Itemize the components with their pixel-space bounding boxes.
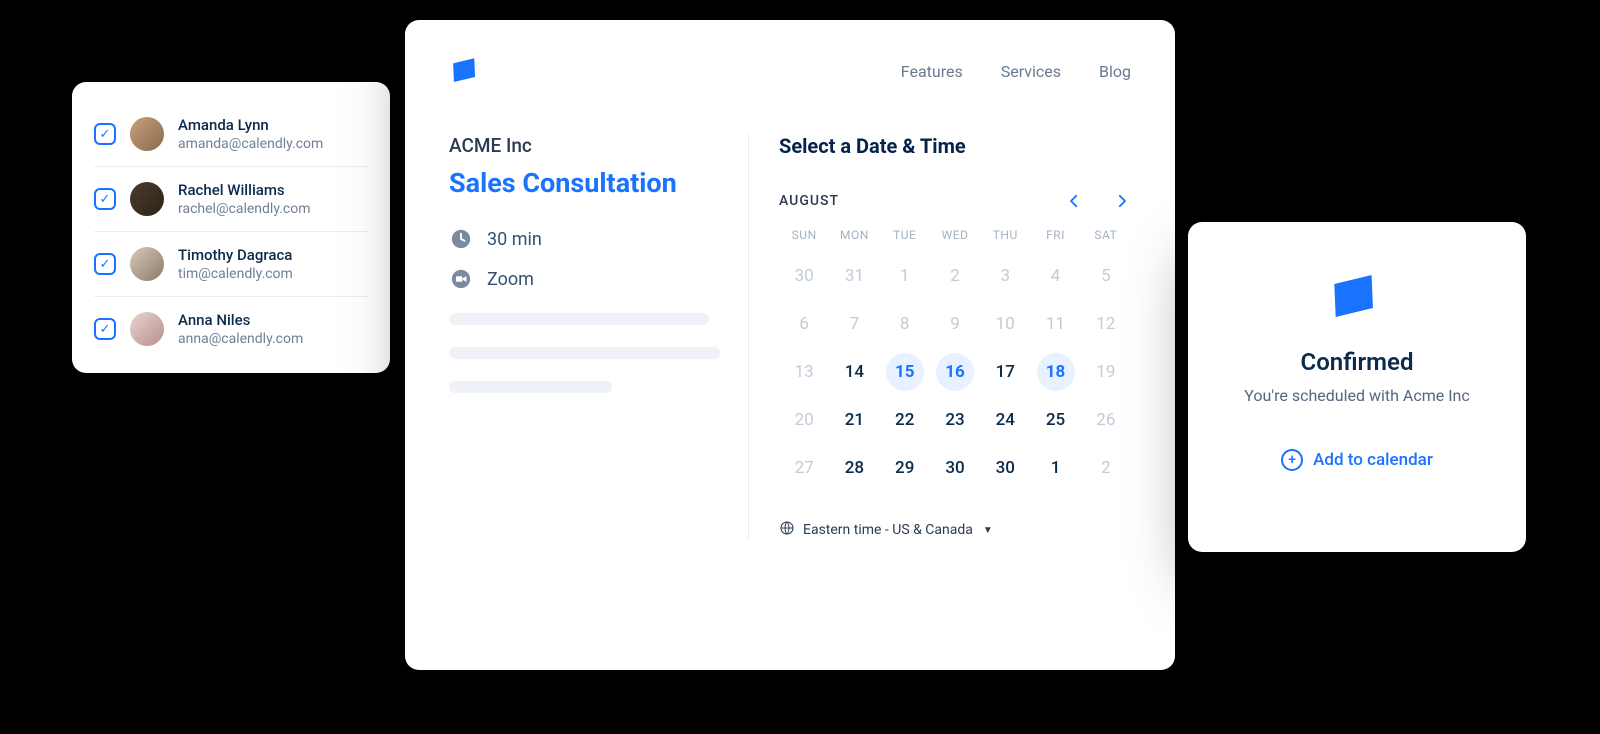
calendar-day[interactable]: 24 bbox=[980, 396, 1030, 444]
calendar-day: 27 bbox=[779, 444, 829, 492]
calendar-day: 30 bbox=[779, 252, 829, 300]
calendar-day: 8 bbox=[880, 300, 930, 348]
calendar-day: 6 bbox=[779, 300, 829, 348]
add-to-calendar-button[interactable]: + Add to calendar bbox=[1281, 449, 1433, 471]
calendar-day[interactable]: 23 bbox=[930, 396, 980, 444]
calendar-day: 4 bbox=[1030, 252, 1080, 300]
attendee-email: amanda@calendly.com bbox=[178, 136, 323, 152]
calendar-day: 10 bbox=[980, 300, 1030, 348]
calendar-day: 13 bbox=[779, 348, 829, 396]
nav-features[interactable]: Features bbox=[901, 62, 963, 81]
placeholder-line bbox=[449, 313, 709, 325]
dow-label: MON bbox=[829, 228, 879, 252]
company-name: ACME Inc bbox=[449, 134, 720, 157]
dow-label: TUE bbox=[880, 228, 930, 252]
confirmed-title: Confirmed bbox=[1301, 348, 1414, 376]
attendee-row[interactable]: ✓ Timothy Dagraca tim@calendly.com bbox=[94, 232, 368, 297]
confirmation-card: Confirmed You're scheduled with Acme Inc… bbox=[1188, 222, 1526, 552]
calendar-day: 3 bbox=[980, 252, 1030, 300]
avatar bbox=[130, 117, 164, 151]
calendar-day[interactable]: 21 bbox=[829, 396, 879, 444]
attendee-name: Anna Niles bbox=[178, 311, 303, 329]
calendar-day: 19 bbox=[1081, 348, 1131, 396]
calendar-day[interactable]: 25 bbox=[1030, 396, 1080, 444]
placeholder-line bbox=[449, 347, 720, 359]
calendar-day[interactable]: 30 bbox=[980, 444, 1030, 492]
avatar bbox=[130, 182, 164, 216]
dow-label: FRI bbox=[1030, 228, 1080, 252]
attendee-email: anna@calendly.com bbox=[178, 331, 303, 347]
calendar-day[interactable]: 14 bbox=[829, 348, 879, 396]
checkbox-icon[interactable]: ✓ bbox=[94, 123, 116, 145]
calendar-day[interactable]: 1 bbox=[1030, 444, 1080, 492]
calendar-day: 11 bbox=[1030, 300, 1080, 348]
attendee-name: Amanda Lynn bbox=[178, 116, 323, 134]
calendar-day[interactable]: 18 bbox=[1030, 348, 1080, 396]
brand-logo-icon bbox=[1327, 272, 1387, 324]
timezone-label: Eastern time - US & Canada bbox=[803, 522, 973, 538]
calendar-day: 1 bbox=[880, 252, 930, 300]
booking-header: Features Services Blog bbox=[449, 56, 1131, 86]
attendee-name: Timothy Dagraca bbox=[178, 246, 293, 264]
avatar bbox=[130, 312, 164, 346]
attendee-name: Rachel Williams bbox=[178, 181, 311, 199]
top-nav: Features Services Blog bbox=[901, 62, 1131, 81]
calendar-day[interactable]: 28 bbox=[829, 444, 879, 492]
calendar-day: 20 bbox=[779, 396, 829, 444]
attendee-email: tim@calendly.com bbox=[178, 266, 293, 282]
calendar-day[interactable]: 22 bbox=[880, 396, 930, 444]
video-icon bbox=[449, 267, 473, 291]
event-title: Sales Consultation bbox=[449, 167, 720, 199]
event-duration-row: 30 min bbox=[449, 227, 720, 251]
nav-blog[interactable]: Blog bbox=[1099, 62, 1131, 81]
section-title: Select a Date & Time bbox=[779, 134, 1131, 158]
calendar-month: AUGUST bbox=[779, 193, 839, 209]
event-details: ACME Inc Sales Consultation 30 min Zoom bbox=[449, 134, 749, 540]
caret-down-icon: ▼ bbox=[983, 525, 993, 536]
calendar-day[interactable]: 29 bbox=[880, 444, 930, 492]
brand-logo-icon bbox=[449, 56, 483, 86]
avatar bbox=[130, 247, 164, 281]
placeholder-line bbox=[449, 381, 612, 393]
event-location: Zoom bbox=[487, 269, 534, 290]
checkbox-icon[interactable]: ✓ bbox=[94, 318, 116, 340]
add-to-calendar-label: Add to calendar bbox=[1313, 450, 1433, 470]
dow-label: WED bbox=[930, 228, 980, 252]
calendar-day: 31 bbox=[829, 252, 879, 300]
plus-circle-icon: + bbox=[1281, 449, 1303, 471]
attendees-card: ✓ Amanda Lynn amanda@calendly.com ✓ Rachel W… bbox=[72, 82, 390, 373]
timezone-selector[interactable]: Eastern time - US & Canada ▼ bbox=[779, 520, 1131, 540]
dow-label: THU bbox=[980, 228, 1030, 252]
attendee-email: rachel@calendly.com bbox=[178, 201, 311, 217]
dow-label: SAT bbox=[1081, 228, 1131, 252]
event-duration: 30 min bbox=[487, 229, 542, 250]
calendar-day: 9 bbox=[930, 300, 980, 348]
confirmed-subtitle: You're scheduled with Acme Inc bbox=[1244, 386, 1470, 405]
calendar-day: 5 bbox=[1081, 252, 1131, 300]
calendar-grid: SUNMONTUEWEDTHUFRISAT 303112345678910111… bbox=[779, 228, 1131, 492]
dow-label: SUN bbox=[779, 228, 829, 252]
calendar-day: 2 bbox=[930, 252, 980, 300]
calendar-panel: Select a Date & Time AUGUST SUNMONTUEWED… bbox=[779, 134, 1131, 540]
checkbox-icon[interactable]: ✓ bbox=[94, 253, 116, 275]
calendar-day: 2 bbox=[1081, 444, 1131, 492]
nav-services[interactable]: Services bbox=[1001, 62, 1061, 81]
booking-card: Features Services Blog ACME Inc Sales Co… bbox=[405, 20, 1175, 670]
checkbox-icon[interactable]: ✓ bbox=[94, 188, 116, 210]
calendar-day: 12 bbox=[1081, 300, 1131, 348]
clock-icon bbox=[449, 227, 473, 251]
prev-month-button[interactable] bbox=[1065, 192, 1083, 210]
calendar-day[interactable]: 30 bbox=[930, 444, 980, 492]
calendar-day: 7 bbox=[829, 300, 879, 348]
attendee-row[interactable]: ✓ Amanda Lynn amanda@calendly.com bbox=[94, 102, 368, 167]
attendee-row[interactable]: ✓ Anna Niles anna@calendly.com bbox=[94, 297, 368, 361]
calendar-day[interactable]: 17 bbox=[980, 348, 1030, 396]
globe-icon bbox=[779, 520, 795, 540]
attendee-row[interactable]: ✓ Rachel Williams rachel@calendly.com bbox=[94, 167, 368, 232]
next-month-button[interactable] bbox=[1113, 192, 1131, 210]
event-location-row: Zoom bbox=[449, 267, 720, 291]
calendar-day: 26 bbox=[1081, 396, 1131, 444]
calendar-day[interactable]: 16 bbox=[930, 348, 980, 396]
calendar-day[interactable]: 15 bbox=[880, 348, 930, 396]
